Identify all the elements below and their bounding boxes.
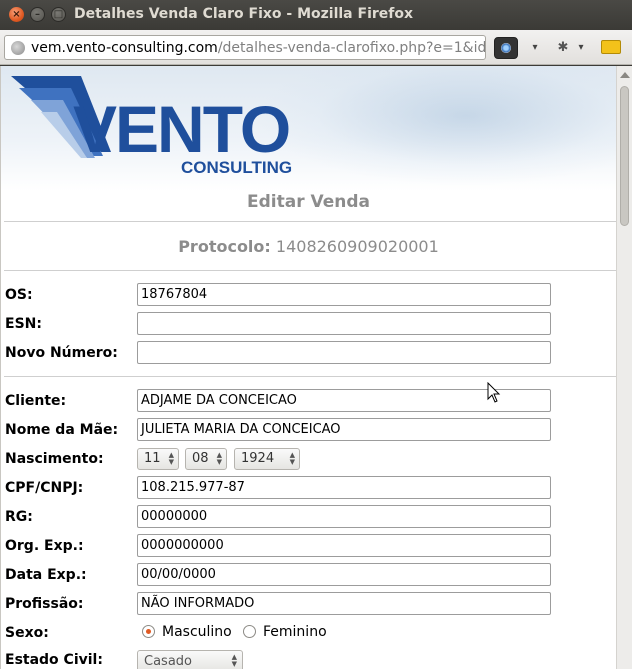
protocol-value: 1408260909020001: [275, 237, 439, 256]
protocol-line: Protocolo: 1408260909020001: [1, 237, 616, 256]
close-window-button[interactable]: ×: [9, 7, 24, 22]
org-exp-input[interactable]: 0000000000: [137, 534, 551, 557]
ruler-icon[interactable]: [601, 40, 621, 54]
esn-label: ESN:: [5, 316, 42, 332]
vertical-scrollbar[interactable]: [616, 66, 632, 669]
divider: [4, 270, 616, 271]
os-label: OS:: [5, 287, 33, 303]
profissao-label: Profissão:: [5, 596, 84, 612]
window-titlebar: × – □ Detalhes Venda Claro Fixo - Mozill…: [0, 0, 632, 30]
chevron-down-icon[interactable]: ▾: [574, 37, 588, 59]
data-exp-input[interactable]: 00/00/0000: [137, 563, 551, 586]
nome-mae-input[interactable]: JULIETA MARIA DA CONCEICAO: [137, 418, 551, 441]
day-value: 11: [144, 451, 161, 466]
url-bar[interactable]: vem.vento-consulting.com/detalhes-venda-…: [4, 35, 486, 60]
page-header: VENTO CONSULTING: [1, 66, 616, 191]
page-content: VENTO CONSULTING Editar Venda Protocolo:…: [1, 66, 616, 669]
month-value: 08: [192, 451, 209, 466]
profissao-input[interactable]: NÃO INFORMADO: [137, 592, 551, 615]
maximize-window-button[interactable]: □: [51, 7, 66, 22]
minimize-window-button[interactable]: –: [30, 7, 45, 22]
sexo-label: Sexo:: [5, 625, 49, 641]
nome-mae-label: Nome da Mãe:: [5, 422, 119, 438]
url-host: vem.vento-consulting.com: [31, 39, 218, 56]
chevron-down-icon[interactable]: ▾: [528, 37, 542, 59]
novo-numero-input[interactable]: [137, 341, 551, 364]
vento-logo: VENTO CONSULTING: [11, 76, 292, 177]
nascimento-label: Nascimento:: [5, 451, 104, 467]
stepper-arrows-icon: ▲ ▼: [168, 451, 174, 466]
data-exp-label: Data Exp.:: [5, 567, 87, 583]
window-title: Detalhes Venda Claro Fixo - Mozilla Fire…: [74, 6, 414, 22]
mouse-cursor-icon: [487, 382, 501, 403]
eye-extension-icon[interactable]: [494, 37, 518, 59]
estado-civil-value: Casado: [144, 654, 192, 669]
stepper-arrows-icon: ▲ ▼: [289, 451, 295, 466]
stepper-arrows-icon: ▲ ▼: [216, 451, 222, 466]
select-arrows-icon: ▲ ▼: [231, 653, 237, 668]
scrollbar-thumb[interactable]: [620, 86, 629, 226]
page-title: Editar Venda: [246, 192, 370, 212]
url-text: vem.vento-consulting.com/detalhes-venda-…: [31, 39, 486, 56]
cpf-input[interactable]: 108.215.977-87: [137, 476, 551, 499]
page-viewport: VENTO CONSULTING Editar Venda Protocolo:…: [0, 66, 632, 669]
bug-icon[interactable]: ✱: [554, 37, 572, 59]
protocol-label: Protocolo:: [178, 237, 271, 256]
estado-civil-select[interactable]: Casado ▲ ▼: [137, 650, 243, 669]
browser-toolbar: vem.vento-consulting.com/detalhes-venda-…: [0, 30, 632, 65]
logo-name: VENTO: [73, 92, 289, 166]
feminino-label[interactable]: Feminino: [263, 624, 327, 640]
cliente-label: Cliente:: [5, 393, 67, 409]
scroll-up-icon[interactable]: [620, 72, 630, 78]
globe-icon: [11, 40, 25, 55]
cpf-label: CPF/CNPJ:: [5, 480, 84, 496]
month-stepper[interactable]: 08 ▲ ▼: [185, 448, 227, 470]
day-stepper[interactable]: 11 ▲ ▼: [137, 448, 179, 470]
year-stepper[interactable]: 1924 ▲ ▼: [234, 448, 300, 470]
os-input[interactable]: 18767804: [137, 283, 551, 306]
logo-sub: CONSULTING: [181, 158, 292, 177]
org-exp-label: Org. Exp.:: [5, 538, 84, 554]
masculino-label[interactable]: Masculino: [162, 624, 232, 640]
url-path: /detalhes-venda-clarofixo.php?e=1&id=9: [217, 39, 486, 56]
masculino-radio[interactable]: [142, 625, 155, 638]
rg-label: RG:: [5, 509, 33, 525]
esn-input[interactable]: [137, 312, 551, 335]
rg-input[interactable]: 00000000: [137, 505, 551, 528]
feminino-radio[interactable]: [243, 625, 256, 638]
divider: [4, 221, 616, 222]
estado-civil-label: Estado Civil:: [5, 652, 103, 668]
divider: [4, 376, 616, 377]
novo-numero-label: Novo Número:: [5, 345, 118, 361]
year-value: 1924: [241, 451, 275, 466]
